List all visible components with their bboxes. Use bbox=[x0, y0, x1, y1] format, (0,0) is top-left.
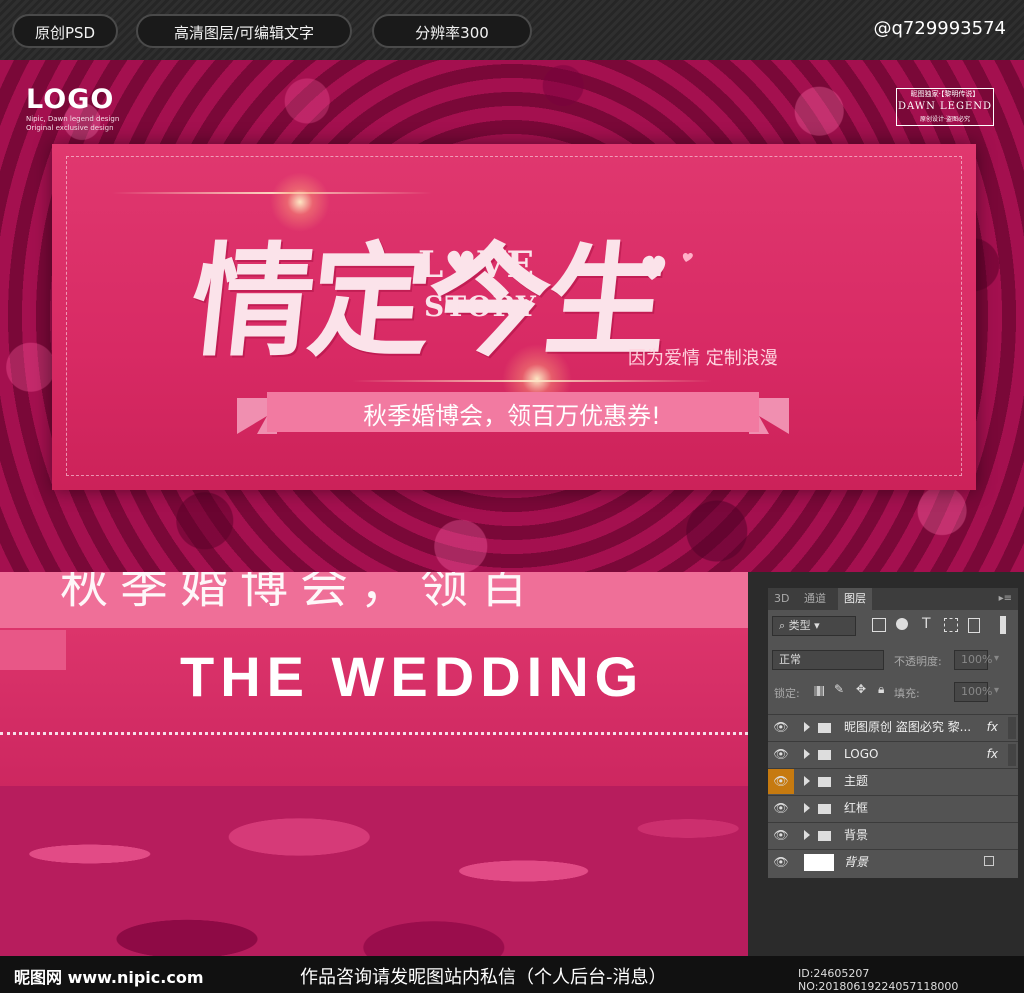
lock-icon bbox=[984, 856, 994, 866]
eye-icon[interactable]: 👁︎ bbox=[768, 823, 794, 848]
logo-subline-1: Nipic, Dawn legend design bbox=[26, 115, 120, 123]
pink-card: 情定今生 L♥VE STORY 因为爱情 定制浪漫 秋季婚博会，领百万优惠券! bbox=[52, 144, 976, 490]
panel-menu-icon[interactable]: ▸≡ bbox=[999, 593, 1012, 604]
light-streak bbox=[352, 380, 712, 382]
panel-tabs: 3D 通道 图层 ▸≡ bbox=[768, 588, 1018, 610]
layer-name: 红框 bbox=[844, 801, 869, 815]
layers-panel: 3D 通道 图层 ▸≡ ⌕ 类型 ▾ T 正常 不透明度: 100% ▾ 锁定:… bbox=[768, 588, 1018, 878]
scrollbar[interactable] bbox=[1008, 717, 1016, 739]
eye-icon[interactable]: 👁︎ bbox=[768, 769, 794, 794]
folder-icon bbox=[818, 804, 831, 814]
layer-name: 昵图原创 盗图必究 黎... bbox=[844, 720, 972, 734]
expand-arrow-icon[interactable] bbox=[804, 722, 810, 732]
layer-name: 主题 bbox=[844, 774, 869, 788]
expand-arrow-icon[interactable] bbox=[804, 830, 810, 840]
dotted-divider bbox=[0, 732, 748, 735]
logo: LOGO Nipic, Dawn legend design Original … bbox=[26, 84, 119, 133]
lock-all-icon[interactable]: 🔒︎ bbox=[878, 682, 884, 697]
image-id: ID:24605207 NO:20180619224057118000 bbox=[798, 967, 959, 993]
lock-transparency-icon[interactable] bbox=[814, 686, 824, 696]
eye-icon[interactable]: 👁︎ bbox=[768, 742, 794, 767]
expand-arrow-icon[interactable] bbox=[804, 749, 810, 759]
layer-thumbnail bbox=[804, 854, 834, 871]
filter-row: ⌕ 类型 ▾ T bbox=[772, 616, 1012, 638]
banner-preview: LOGO Nipic, Dawn legend design Original … bbox=[0, 60, 1024, 572]
folder-icon bbox=[818, 777, 831, 787]
story-heading: STORY bbox=[424, 290, 537, 323]
tab-3d[interactable]: 3D bbox=[774, 588, 789, 610]
brand-main: DAWN LEGEND bbox=[897, 101, 993, 112]
folder-icon bbox=[818, 831, 831, 841]
opacity-label: 不透明度: bbox=[894, 655, 942, 668]
layer-row[interactable]: 👁︎ 红框 bbox=[768, 795, 1018, 821]
eye-icon[interactable]: 👁︎ bbox=[768, 850, 794, 875]
layer-row[interactable]: 👁︎ 背景 bbox=[768, 822, 1018, 848]
ribbon-text: 秋季婚博会，领百万优惠券! bbox=[363, 402, 661, 430]
tab-channels[interactable]: 通道 bbox=[804, 588, 826, 610]
author-handle: @q729993574 bbox=[873, 18, 1007, 39]
zoom-detail: 秋季婚博会，领百 THE WEDDING bbox=[0, 572, 748, 956]
fx-badge[interactable]: fx bbox=[987, 715, 998, 740]
heart-icon bbox=[642, 253, 693, 280]
layer-row[interactable]: 👁︎ 背景 bbox=[768, 849, 1018, 875]
blend-mode-value: 正常 bbox=[779, 653, 801, 666]
filter-toggle[interactable] bbox=[1000, 616, 1006, 634]
eye-icon[interactable]: 👁︎ bbox=[768, 796, 794, 821]
layer-name: 背景 bbox=[844, 855, 869, 869]
brand-top: 昵图独家·【黎明传说】 bbox=[910, 90, 980, 98]
opacity-input[interactable]: 100% bbox=[954, 650, 992, 670]
badge-resolution: 分辨率300 bbox=[372, 14, 532, 48]
expand-arrow-icon[interactable] bbox=[804, 803, 810, 813]
smart-object-filter-icon[interactable] bbox=[968, 618, 980, 633]
fx-badge[interactable]: fx bbox=[987, 742, 998, 767]
layer-name: LOGO bbox=[844, 747, 879, 761]
cropped-ribbon-text: 秋季婚博会，领百 bbox=[60, 572, 541, 614]
top-bar: 原创PSD 高清图层/可编辑文字 分辨率300 @q729993574 bbox=[0, 0, 1024, 60]
adjustment-filter-icon[interactable] bbox=[896, 618, 908, 630]
contact-message: 作品咨询请发昵图站内私信（个人后台-消息） bbox=[300, 967, 667, 988]
image-filter-icon[interactable] bbox=[872, 618, 886, 632]
fill-input[interactable]: 100% bbox=[954, 682, 992, 702]
eye-icon[interactable]: 👁︎ bbox=[768, 715, 794, 740]
folder-icon bbox=[818, 723, 831, 733]
lock-label: 锁定: bbox=[774, 687, 800, 700]
expand-arrow-icon[interactable] bbox=[804, 776, 810, 786]
layer-name: 背景 bbox=[844, 828, 869, 842]
badge-hd-layers: 高清图层/可编辑文字 bbox=[136, 14, 352, 48]
band-notch bbox=[0, 630, 66, 670]
chevron-down-icon[interactable]: ▾ bbox=[994, 653, 999, 664]
folder-icon bbox=[818, 750, 831, 760]
blend-row: 正常 不透明度: 100% ▾ bbox=[772, 650, 1012, 672]
filter-kind-select[interactable]: ⌕ 类型 ▾ bbox=[772, 616, 856, 636]
filter-kind-label: 类型 bbox=[788, 619, 811, 632]
brand-bottom: 原创设计·盗图必究 bbox=[920, 116, 970, 123]
layer-row[interactable]: 👁︎ 主题 bbox=[768, 768, 1018, 794]
logo-subline-2: Original exclusive design bbox=[26, 124, 114, 132]
logo-text: LOGO bbox=[26, 84, 115, 115]
lens-flare bbox=[270, 172, 330, 232]
badge-original-psd: 原创PSD bbox=[12, 14, 118, 48]
subtitle: 因为爱情 定制浪漫 bbox=[628, 348, 778, 369]
wedding-text: THE WEDDING bbox=[180, 645, 645, 708]
layer-row[interactable]: 👁︎ 昵图原创 盗图必究 黎... fx bbox=[768, 714, 1018, 740]
lock-row: 锁定: ✎ ✥ 🔒︎ 填充: 100% ▾ bbox=[772, 682, 1012, 704]
site-watermark: 昵图网 www.nipic.com bbox=[14, 968, 204, 987]
tab-layers[interactable]: 图层 bbox=[838, 588, 872, 610]
love-heading: L♥VE bbox=[418, 244, 535, 286]
bottom-bar: 昵图网 www.nipic.com 作品咨询请发昵图站内私信（个人后台-消息） … bbox=[0, 956, 1024, 993]
chevron-down-icon[interactable]: ▾ bbox=[994, 685, 999, 696]
lock-pixels-icon[interactable]: ✎ bbox=[834, 682, 844, 696]
blend-mode-select[interactable]: 正常 bbox=[772, 650, 884, 670]
brand-seal: 昵图独家·【黎明传说】 DAWN LEGEND 原创设计·盗图必究 bbox=[896, 88, 994, 126]
shape-filter-icon[interactable] bbox=[944, 618, 958, 632]
rose-petals bbox=[0, 786, 748, 956]
scrollbar[interactable] bbox=[1008, 744, 1016, 766]
layer-row[interactable]: 👁︎ LOGO fx bbox=[768, 741, 1018, 767]
fill-label: 填充: bbox=[894, 687, 920, 700]
type-filter-icon[interactable]: T bbox=[922, 616, 931, 632]
lock-position-icon[interactable]: ✥ bbox=[856, 682, 866, 696]
